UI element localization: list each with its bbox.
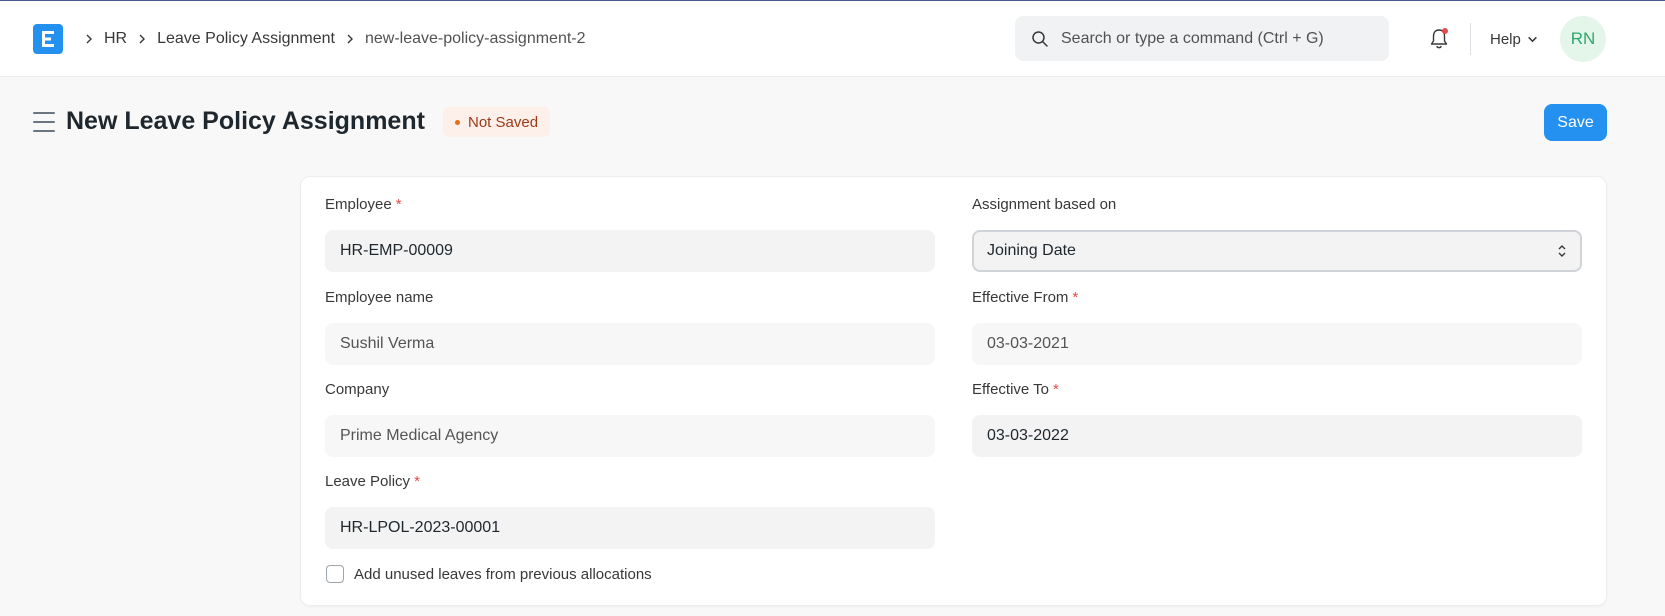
assignment-based-on-field: Assignment based on Joining Date bbox=[972, 195, 1582, 272]
employee-input[interactable]: HR-EMP-00009 bbox=[325, 230, 935, 272]
form-card: Employee * HR-EMP-00009 Employee name Sus… bbox=[300, 176, 1607, 606]
breadcrumb-hr[interactable]: HR bbox=[100, 30, 131, 48]
navbar: HR Leave Policy Assignment new-leave-pol… bbox=[0, 0, 1665, 77]
employee-label: Employee * bbox=[325, 196, 402, 213]
effective-from-label: Effective From * bbox=[972, 289, 1079, 306]
save-button[interactable]: Save bbox=[1544, 104, 1607, 141]
leave-policy-label: Leave Policy * bbox=[325, 473, 420, 490]
required-asterisk: * bbox=[1072, 289, 1079, 306]
employee-name-value: Sushil Verma bbox=[325, 323, 935, 365]
navbar-divider bbox=[1470, 23, 1471, 55]
effective-to-field: Effective To * 03-03-2022 bbox=[972, 380, 1582, 457]
leave-policy-input[interactable]: HR-LPOL-2023-00001 bbox=[325, 507, 935, 549]
company-value: Prime Medical Agency bbox=[325, 415, 935, 457]
employee-name-label: Employee name bbox=[325, 289, 434, 306]
effective-from-value: 03-03-2021 bbox=[972, 323, 1582, 365]
chevron-right-icon bbox=[78, 27, 100, 51]
search-icon bbox=[1031, 29, 1051, 49]
required-asterisk: * bbox=[1053, 381, 1059, 398]
chevron-down-icon bbox=[1527, 36, 1537, 42]
chevron-right-icon bbox=[339, 27, 361, 51]
breadcrumb: HR Leave Policy Assignment new-leave-pol… bbox=[78, 27, 590, 51]
status-text: Not Saved bbox=[468, 113, 539, 131]
hamburger-icon[interactable] bbox=[33, 112, 55, 132]
employee-name-field: Employee name Sushil Verma bbox=[325, 288, 935, 365]
bell-icon[interactable] bbox=[1427, 26, 1451, 52]
avatar[interactable]: RN bbox=[1560, 16, 1606, 62]
effective-from-field: Effective From * 03-03-2021 bbox=[972, 288, 1582, 365]
page-header: New Leave Policy Assignment Not Saved Sa… bbox=[0, 95, 1665, 151]
required-asterisk: * bbox=[395, 196, 402, 213]
employee-field: Employee * HR-EMP-00009 bbox=[325, 195, 935, 272]
status-dot-icon bbox=[455, 119, 460, 125]
carry-forward-label: Add unused leaves from previous allocati… bbox=[354, 565, 652, 583]
assignment-based-on-label: Assignment based on bbox=[972, 196, 1117, 213]
required-asterisk: * bbox=[414, 473, 420, 490]
notification-dot bbox=[1442, 28, 1448, 34]
search-placeholder: Search or type a command (Ctrl + G) bbox=[1061, 29, 1324, 47]
effective-to-input[interactable]: 03-03-2022 bbox=[972, 415, 1582, 457]
search-input[interactable]: Search or type a command (Ctrl + G) bbox=[1015, 16, 1389, 61]
breadcrumb-current-document: new-leave-policy-assignment-2 bbox=[364, 30, 586, 47]
effective-to-label: Effective To * bbox=[972, 381, 1059, 398]
help-dropdown[interactable]: Help bbox=[1490, 27, 1538, 51]
status-badge: Not Saved bbox=[443, 107, 551, 137]
carry-forward-option[interactable]: Add unused leaves from previous allocati… bbox=[326, 563, 652, 585]
company-label: Company bbox=[325, 381, 390, 398]
erpnext-logo-icon[interactable] bbox=[33, 24, 63, 54]
breadcrumb-leave-policy-assignment[interactable]: Leave Policy Assignment bbox=[153, 30, 339, 48]
company-field: Company Prime Medical Agency bbox=[325, 380, 935, 457]
assignment-based-on-value: Joining Date bbox=[987, 242, 1076, 259]
help-label: Help bbox=[1490, 30, 1521, 48]
carry-forward-checkbox[interactable] bbox=[326, 565, 344, 583]
leave-policy-field: Leave Policy * HR-LPOL-2023-00001 bbox=[325, 472, 935, 549]
page-title: New Leave Policy Assignment bbox=[66, 107, 425, 135]
assignment-based-on-select[interactable]: Joining Date bbox=[972, 230, 1582, 272]
select-arrows-icon bbox=[1558, 245, 1566, 257]
chevron-right-icon bbox=[131, 27, 153, 51]
